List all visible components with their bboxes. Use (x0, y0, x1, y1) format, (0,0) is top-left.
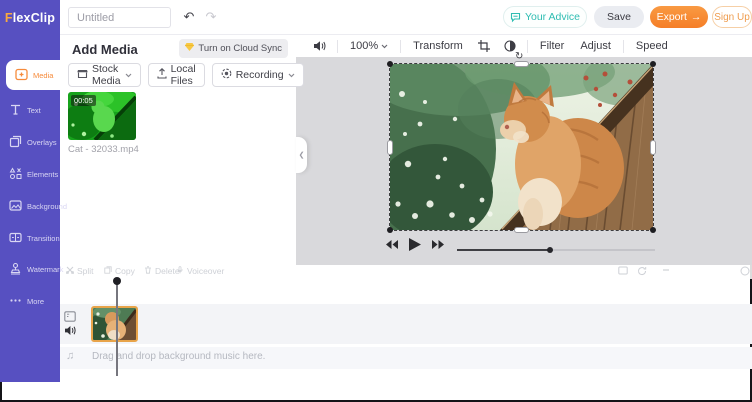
scissors-icon (65, 266, 75, 276)
flexclip-editor-window: FlexClip ↶ ↷ Your Advice Save Export → S… (0, 0, 752, 402)
rewind-button[interactable] (386, 240, 398, 249)
microphone-icon (176, 266, 184, 276)
trash-icon (144, 266, 152, 276)
media-icon (15, 68, 28, 83)
toolbar-divider (337, 39, 338, 53)
sidebar-item-background[interactable]: Background (0, 193, 67, 219)
resize-handle-bottom-right[interactable] (650, 227, 656, 233)
playhead-line[interactable] (116, 280, 118, 376)
media-source-buttons: Stock Media Local Files Recording (68, 63, 304, 87)
stock-media-icon (77, 68, 88, 82)
copy-button[interactable]: Copy (104, 266, 135, 276)
background-icon (9, 199, 22, 214)
voiceover-button[interactable]: Voiceover (176, 266, 224, 276)
clip-filename: Cat - 32033.mp4 (68, 144, 139, 155)
chevron-left-icon: ❮ (298, 152, 305, 159)
speech-bubble-icon (510, 12, 521, 23)
resize-handle-top-left[interactable] (387, 61, 393, 67)
cat-video-frame (340, 44, 667, 244)
video-track[interactable] (60, 304, 752, 344)
playback-controls (386, 238, 444, 251)
toolbar-divider (526, 39, 528, 53)
chevron-down-icon (381, 40, 388, 52)
progress-elapsed (457, 249, 550, 251)
timeline-help-button[interactable] (740, 266, 750, 276)
watermark-icon (9, 262, 22, 277)
sidebar-item-transition[interactable]: Transition (0, 225, 60, 251)
export-button[interactable]: Export → (650, 6, 708, 28)
delete-button[interactable]: Delete (144, 266, 180, 276)
play-button[interactable] (409, 238, 421, 251)
panel-collapse-handle[interactable]: ❮ (296, 137, 307, 173)
canvas-toolbar: 100% Transform Filter Adjust Speed (296, 35, 752, 57)
top-header: FlexClip ↶ ↷ Your Advice Save Export → S… (0, 0, 752, 35)
selected-video-layer[interactable]: ↻ (340, 44, 667, 244)
more-dots-icon (9, 294, 22, 309)
chevron-down-icon (288, 69, 295, 81)
diamond-icon (185, 43, 195, 54)
cloud-sync-button[interactable]: Turn on Cloud Sync (179, 39, 288, 58)
clip-duration-badge: 00:05 (71, 95, 96, 106)
overlays-icon (9, 135, 22, 150)
project-title-input[interactable] (68, 7, 171, 28)
adjust-button[interactable]: Adjust (580, 40, 611, 52)
split-button[interactable]: Split (65, 266, 94, 276)
redo-icon[interactable]: ↷ (202, 8, 220, 26)
sidebar-item-overlays[interactable]: Overlays (0, 129, 60, 155)
copy-icon (104, 266, 112, 276)
zoom-out-timeline-button[interactable] (662, 266, 670, 274)
resize-handle-right[interactable] (650, 140, 656, 155)
toolbar-divider (622, 39, 624, 53)
resize-handle-left[interactable] (387, 140, 393, 155)
preview-canvas: ↻ (296, 44, 752, 265)
filter-button[interactable]: Filter (540, 40, 564, 52)
progress-remaining (550, 249, 655, 251)
sign-up-button[interactable]: Sign Up (712, 6, 752, 28)
recording-button[interactable]: Recording (211, 63, 304, 87)
add-media-panel: Add Media Turn on Cloud Sync Stock Media… (60, 35, 304, 265)
flexclip-logo[interactable]: FlexClip (0, 0, 60, 35)
preview-progress-bar[interactable] (457, 246, 655, 253)
panel-title: Add Media (72, 42, 138, 57)
toolbar-divider (400, 39, 402, 53)
resize-handle-bottom[interactable] (514, 227, 529, 233)
timeline-video-clip[interactable] (91, 306, 138, 342)
your-advice-button[interactable]: Your Advice (503, 6, 587, 28)
storyboard-mode-button[interactable] (618, 266, 628, 275)
save-button[interactable]: Save (594, 6, 644, 28)
left-sidebar: Media Text Overlays Elements Background … (0, 35, 67, 382)
resize-handle-top-right[interactable] (650, 61, 656, 67)
sidebar-item-watermark[interactable]: Watermark (0, 256, 63, 282)
sidebar-item-elements[interactable]: Elements (0, 161, 60, 187)
text-icon (9, 103, 22, 118)
timeline-refresh-button[interactable] (637, 266, 647, 276)
music-drop-hint: Drag and drop background music here. (92, 351, 266, 362)
elements-icon (9, 166, 22, 182)
playhead-handle[interactable] (113, 277, 121, 285)
resize-handle-top[interactable] (514, 61, 529, 67)
local-files-button[interactable]: Local Files (147, 63, 205, 87)
fast-forward-button[interactable] (432, 240, 444, 249)
chevron-down-icon (125, 69, 132, 81)
record-icon (221, 68, 232, 82)
sidebar-item-media[interactable]: Media (6, 60, 60, 90)
zoom-level-dropdown[interactable]: 100% (350, 40, 388, 52)
speed-button[interactable]: Speed (636, 40, 668, 52)
music-note-icon: ♫ (66, 350, 75, 362)
crop-icon[interactable] (477, 40, 490, 52)
undo-icon[interactable]: ↶ (180, 8, 198, 26)
stock-media-button[interactable]: Stock Media (68, 63, 141, 87)
video-track-icon (64, 311, 76, 322)
transition-icon (9, 231, 22, 246)
progress-thumb[interactable] (547, 247, 553, 253)
volume-icon[interactable] (313, 40, 326, 52)
sidebar-item-text[interactable]: Text (0, 97, 60, 123)
resize-handle-bottom-left[interactable] (387, 227, 393, 233)
track-mute-icon[interactable] (64, 325, 76, 336)
sidebar-item-more[interactable]: More (0, 288, 60, 314)
upload-icon (157, 68, 167, 82)
timeline-toolbar: Split Copy Delete Voiceover (60, 265, 752, 279)
transform-button[interactable]: Transform (413, 40, 463, 52)
arrow-right-icon: → (690, 11, 702, 23)
